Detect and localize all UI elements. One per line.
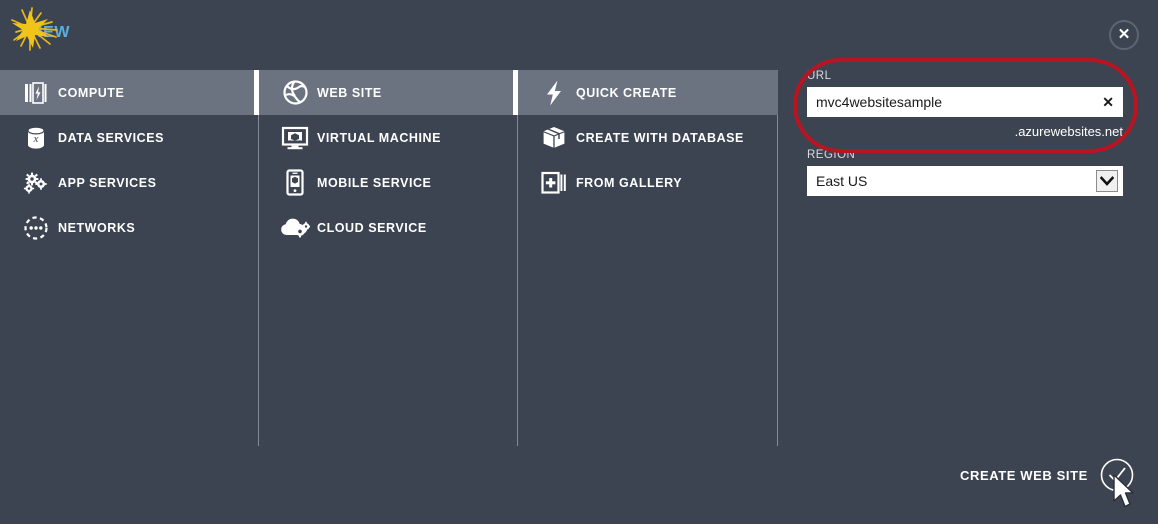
cloud-gears-icon: [259, 216, 317, 240]
gears-icon: [0, 170, 58, 196]
url-input[interactable]: [807, 87, 1123, 117]
monitor-icon: [259, 125, 317, 151]
create-web-site-label: CREATE WEB SITE: [960, 467, 1088, 483]
menu-item-quick-create[interactable]: QUICK CREATE: [518, 70, 778, 115]
url-domain-suffix: .azurewebsites.net: [1014, 124, 1123, 139]
close-dialog-button[interactable]: ✕: [1109, 20, 1139, 50]
checkmark-circle-icon[interactable]: [1100, 458, 1134, 492]
menu-item-label: VIRTUAL MACHINE: [317, 130, 441, 145]
menu-item-data-services[interactable]: x DATA SERVICES: [0, 115, 258, 160]
category-column: COMPUTE x DATA SERVICES APP SERVICES NET…: [0, 70, 258, 250]
menu-item-mobile-service[interactable]: MOBILE SERVICE: [259, 160, 517, 205]
menu-item-cloud-service[interactable]: CLOUD SERVICE: [259, 205, 517, 250]
menu-item-label: COMPUTE: [58, 85, 125, 100]
menu-item-label: QUICK CREATE: [576, 85, 677, 100]
menu-item-virtual-machine[interactable]: VIRTUAL MACHINE: [259, 115, 517, 160]
svg-text:x: x: [33, 133, 39, 145]
menu-item-label: FROM GALLERY: [576, 175, 683, 190]
menu-item-from-gallery[interactable]: FROM GALLERY: [518, 160, 778, 205]
region-select[interactable]: East US: [807, 166, 1123, 196]
create-web-site-button[interactable]: CREATE WEB SITE: [960, 458, 1134, 492]
url-input-wrapper[interactable]: ✕: [807, 87, 1123, 117]
server-rack-bolt-icon: [0, 81, 58, 105]
menu-item-web-site[interactable]: WEB SITE: [259, 70, 517, 115]
url-field-label: URL: [807, 70, 832, 82]
menu-item-label: WEB SITE: [317, 85, 382, 100]
menu-item-app-services[interactable]: APP SERVICES: [0, 160, 258, 205]
clear-url-icon[interactable]: ✕: [1102, 95, 1114, 109]
region-selected-value: East US: [816, 173, 868, 189]
region-field-label: REGION: [807, 149, 856, 161]
menu-item-compute[interactable]: COMPUTE: [0, 70, 258, 115]
lightning-bolt-icon: [518, 79, 576, 107]
phone-icon: [259, 169, 317, 196]
service-type-column: WEB SITE VIRTUAL MACHINE MOBILE SERVICE: [259, 70, 517, 250]
page-title: NEW: [31, 24, 71, 41]
menu-item-label: CREATE WITH DATABASE: [576, 130, 744, 145]
menu-item-label: CLOUD SERVICE: [317, 220, 427, 235]
menu-item-create-with-database[interactable]: CREATE WITH DATABASE: [518, 115, 778, 160]
plus-stack-icon: [518, 170, 576, 196]
menu-item-label: DATA SERVICES: [58, 130, 165, 145]
globe-icon: [259, 79, 317, 106]
dotted-circle-network-icon: [0, 215, 58, 241]
close-icon: ✕: [1117, 26, 1131, 43]
creation-mode-column: QUICK CREATE CREATE WITH DATABASE FROM G…: [518, 70, 778, 205]
database-cylinder-icon: x: [0, 125, 58, 151]
menu-item-label: NETWORKS: [58, 220, 136, 235]
dialog-header: NEW ✕: [0, 0, 1158, 70]
menu-item-label: MOBILE SERVICE: [317, 175, 432, 190]
quick-create-form: URL ✕ .azurewebsites.net REGION East US: [807, 70, 1123, 196]
menu-item-networks[interactable]: NETWORKS: [0, 205, 258, 250]
chevron-down-icon[interactable]: [1096, 170, 1118, 192]
box-package-icon: [518, 125, 576, 151]
menu-item-label: APP SERVICES: [58, 175, 157, 190]
